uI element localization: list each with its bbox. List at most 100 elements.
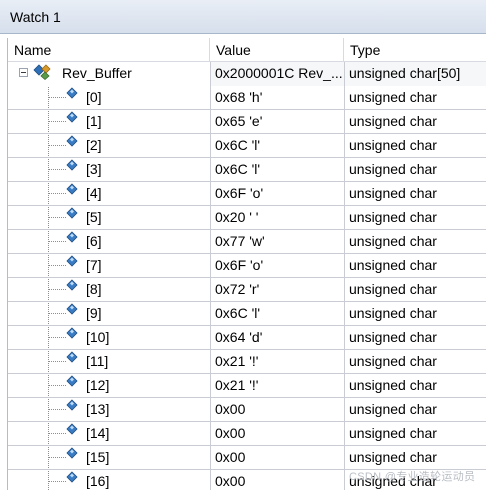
child-name-cell: [8] bbox=[8, 278, 210, 302]
watch-row-child[interactable]: [14] 0x00 unsigned char bbox=[8, 422, 486, 446]
child-element-index: [13] bbox=[86, 401, 110, 417]
variable-diamond-icon bbox=[66, 87, 78, 99]
child-element-index: [9] bbox=[86, 305, 102, 321]
child-type-cell: unsigned char bbox=[344, 302, 486, 326]
tree-branch-line bbox=[48, 337, 66, 338]
child-value-cell[interactable]: 0x77 'w' bbox=[210, 230, 344, 254]
child-value-cell[interactable]: 0x64 'd' bbox=[210, 326, 344, 350]
watch-window-titlebar[interactable]: Watch 1 bbox=[0, 0, 486, 34]
watch-row-child[interactable]: [4] 0x6F 'o' unsigned char bbox=[8, 182, 486, 206]
child-element-index: [12] bbox=[86, 377, 110, 393]
child-type-cell: unsigned char bbox=[344, 422, 486, 446]
child-value-cell[interactable]: 0x00 bbox=[210, 422, 344, 446]
watch-row-parent[interactable]: Rev_Buffer 0x2000001C Rev_... unsigned c… bbox=[8, 62, 486, 86]
child-name-cell: [16] bbox=[8, 470, 210, 490]
child-type-cell: unsigned char bbox=[344, 134, 486, 158]
child-type-cell: unsigned char bbox=[344, 182, 486, 206]
watch-row-child[interactable]: [11] 0x21 '!' unsigned char bbox=[8, 350, 486, 374]
child-value-cell[interactable]: 0x65 'e' bbox=[210, 110, 344, 134]
child-value-cell[interactable]: 0x6C 'l' bbox=[210, 302, 344, 326]
parent-type-cell: unsigned char[50] bbox=[344, 62, 486, 86]
tree-branch-line bbox=[48, 385, 66, 386]
watch-row-child[interactable]: [8] 0x72 'r' unsigned char bbox=[8, 278, 486, 302]
child-value-cell[interactable]: 0x00 bbox=[210, 446, 344, 470]
child-element-index: [11] bbox=[86, 353, 109, 369]
window-title: Watch 1 bbox=[10, 9, 61, 25]
child-element-index: [0] bbox=[86, 89, 102, 105]
tree-branch-line bbox=[48, 193, 66, 194]
child-type-cell: unsigned char bbox=[344, 206, 486, 230]
child-name-cell: [0] bbox=[8, 86, 210, 110]
child-element-index: [15] bbox=[86, 449, 110, 465]
child-value-cell[interactable]: 0x21 '!' bbox=[210, 350, 344, 374]
child-name-cell: [1] bbox=[8, 110, 210, 134]
child-name-cell: [13] bbox=[8, 398, 210, 422]
csdn-watermark: CSDN @专业造轮运动员 bbox=[349, 471, 476, 483]
child-type-cell: unsigned char bbox=[344, 398, 486, 422]
child-value-cell[interactable]: 0x00 bbox=[210, 470, 344, 490]
parent-variable-name: Rev_Buffer bbox=[62, 65, 132, 81]
variable-diamond-icon bbox=[66, 423, 78, 435]
tree-branch-line bbox=[48, 97, 66, 98]
variable-diamond-icon bbox=[66, 159, 78, 171]
column-header-name[interactable]: Name bbox=[8, 38, 210, 62]
variable-diamond-icon bbox=[66, 303, 78, 315]
child-name-cell: [4] bbox=[8, 182, 210, 206]
child-name-cell: [3] bbox=[8, 158, 210, 182]
child-value-cell[interactable]: 0x6F 'o' bbox=[210, 254, 344, 278]
parent-value-cell[interactable]: 0x2000001C Rev_... bbox=[210, 62, 344, 86]
child-value-cell[interactable]: 0x68 'h' bbox=[210, 86, 344, 110]
tree-branch-line bbox=[48, 241, 66, 242]
watch-row-child[interactable]: [13] 0x00 unsigned char bbox=[8, 398, 486, 422]
child-value-cell[interactable]: 0x21 '!' bbox=[210, 374, 344, 398]
variable-diamond-icon bbox=[66, 327, 78, 339]
struct-variable-icon bbox=[33, 64, 51, 80]
variable-diamond-icon bbox=[66, 183, 78, 195]
parent-name-cell: Rev_Buffer bbox=[8, 62, 210, 86]
watch-row-child[interactable]: [5] 0x20 ' ' unsigned char bbox=[8, 206, 486, 230]
child-type-cell: unsigned char bbox=[344, 326, 486, 350]
watch-row-child[interactable]: [10] 0x64 'd' unsigned char bbox=[8, 326, 486, 350]
watch-row-child[interactable]: [0] 0x68 'h' unsigned char bbox=[8, 86, 486, 110]
child-element-index: [4] bbox=[86, 185, 102, 201]
variable-diamond-icon bbox=[66, 351, 78, 363]
variable-diamond-icon bbox=[66, 207, 78, 219]
child-name-cell: [2] bbox=[8, 134, 210, 158]
column-header: Name Value Type bbox=[8, 38, 486, 62]
child-value-cell[interactable]: 0x6C 'l' bbox=[210, 158, 344, 182]
watch-row-child[interactable]: [6] 0x77 'w' unsigned char bbox=[8, 230, 486, 254]
child-value-cell[interactable]: 0x6F 'o' bbox=[210, 182, 344, 206]
collapse-minus-icon[interactable] bbox=[19, 68, 28, 77]
child-value-cell[interactable]: 0x72 'r' bbox=[210, 278, 344, 302]
child-name-cell: [5] bbox=[8, 206, 210, 230]
child-name-cell: [7] bbox=[8, 254, 210, 278]
variable-diamond-icon bbox=[66, 111, 78, 123]
child-value-cell[interactable]: 0x00 bbox=[210, 398, 344, 422]
child-element-index: [2] bbox=[86, 137, 102, 153]
watch-row-child[interactable]: [2] 0x6C 'l' unsigned char bbox=[8, 134, 486, 158]
child-type-cell: unsigned char bbox=[344, 86, 486, 110]
tree-branch-line bbox=[48, 361, 66, 362]
child-name-cell: [6] bbox=[8, 230, 210, 254]
column-header-value[interactable]: Value bbox=[210, 38, 344, 62]
tree-branch-line bbox=[48, 265, 66, 266]
variable-diamond-icon bbox=[66, 279, 78, 291]
child-type-cell: unsigned char bbox=[344, 446, 486, 470]
watch-row-child[interactable]: [7] 0x6F 'o' unsigned char bbox=[8, 254, 486, 278]
tree-branch-line bbox=[48, 145, 66, 146]
watch-row-child[interactable]: [9] 0x6C 'l' unsigned char bbox=[8, 302, 486, 326]
tree-branch-line bbox=[48, 481, 66, 482]
child-name-cell: [14] bbox=[8, 422, 210, 446]
watch-row-child[interactable]: [3] 0x6C 'l' unsigned char bbox=[8, 158, 486, 182]
watch-row-child[interactable]: [15] 0x00 unsigned char bbox=[8, 446, 486, 470]
child-type-cell: unsigned char bbox=[344, 374, 486, 398]
child-value-cell[interactable]: 0x20 ' ' bbox=[210, 206, 344, 230]
watch-row-child[interactable]: [1] 0x65 'e' unsigned char bbox=[8, 110, 486, 134]
variable-diamond-icon bbox=[66, 375, 78, 387]
column-header-type[interactable]: Type bbox=[344, 38, 486, 62]
tree-branch-line bbox=[48, 313, 66, 314]
variable-diamond-icon bbox=[66, 447, 78, 459]
child-value-cell[interactable]: 0x6C 'l' bbox=[210, 134, 344, 158]
watch-row-child[interactable]: [12] 0x21 '!' unsigned char bbox=[8, 374, 486, 398]
child-type-cell: unsigned char bbox=[344, 254, 486, 278]
